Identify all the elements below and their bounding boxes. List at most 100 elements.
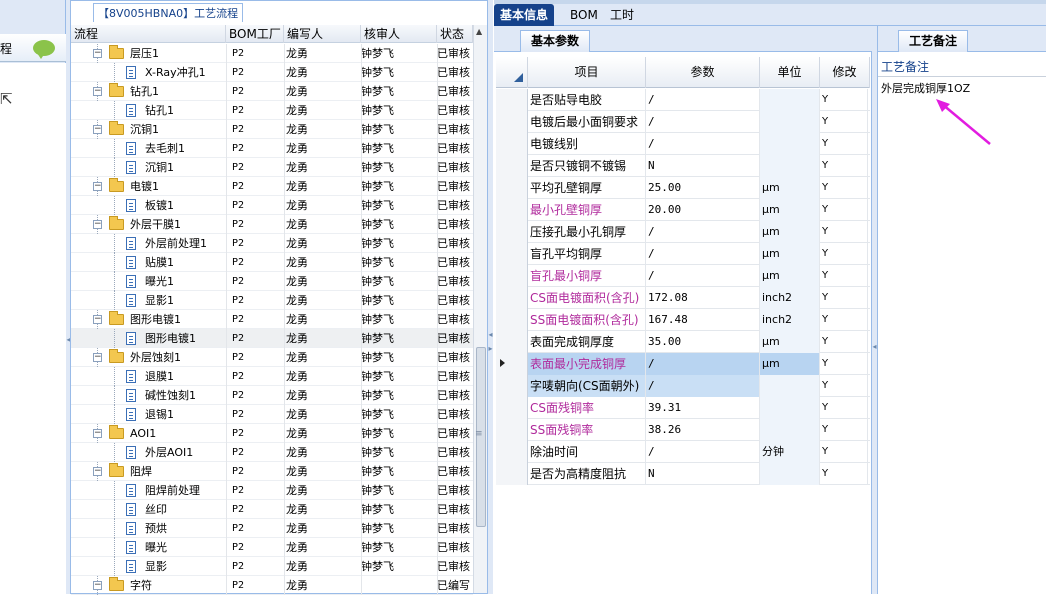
param-value-cell[interactable]: N <box>646 155 760 177</box>
tree-row[interactable]: 退锡1 P2 龙勇 钟梦飞 已审核 <box>71 405 473 424</box>
param-value-cell[interactable]: 35.00 <box>646 331 760 353</box>
row-indicator[interactable] <box>496 353 528 375</box>
param-row[interactable]: 是否贴导电胶 / Y <box>496 89 870 111</box>
param-row[interactable]: 压接孔最小孔铜厚 / μm Y <box>496 221 870 243</box>
param-unit-cell[interactable]: μm <box>760 353 820 375</box>
row-indicator[interactable] <box>496 221 528 243</box>
col-modify[interactable]: 修改 <box>820 57 870 88</box>
tree-row[interactable]: 外层AOI1 P2 龙勇 钟梦飞 已审核 <box>71 443 473 462</box>
param-unit-cell[interactable] <box>760 111 820 133</box>
param-unit-cell[interactable]: μm <box>760 331 820 353</box>
param-value-cell[interactable]: 167.48 <box>646 309 760 331</box>
param-row[interactable]: 电镀后最小面铜要求 / Y <box>496 111 870 133</box>
param-value-cell[interactable]: / <box>646 441 760 463</box>
param-row[interactable]: 字唛朝向(CS面朝外) / Y <box>496 375 870 397</box>
param-row[interactable]: 电镀线别 / Y <box>496 133 870 155</box>
param-unit-cell[interactable]: μm <box>760 199 820 221</box>
collapse-toggle-icon[interactable]: − <box>93 353 102 362</box>
row-indicator[interactable] <box>496 397 528 419</box>
param-unit-cell[interactable] <box>760 463 820 485</box>
col-bom-factory[interactable]: BOM工厂 <box>226 25 284 43</box>
col-process[interactable]: 流程 <box>71 25 226 43</box>
row-indicator[interactable] <box>496 133 528 155</box>
param-value-cell[interactable]: / <box>646 111 760 133</box>
tree-row[interactable]: 丝印 P2 龙勇 钟梦飞 已审核 <box>71 500 473 519</box>
param-unit-cell[interactable]: μm <box>760 221 820 243</box>
row-indicator[interactable] <box>496 441 528 463</box>
tree-row[interactable]: 图形电镀1 P2 龙勇 钟梦飞 已审核 <box>71 329 473 348</box>
param-value-cell[interactable]: / <box>646 89 760 111</box>
param-row[interactable]: 表面完成铜厚度 35.00 μm Y <box>496 331 870 353</box>
col-status[interactable]: 状态 <box>437 25 473 43</box>
tree-row[interactable]: 板镀1 P2 龙勇 钟梦飞 已审核 <box>71 196 473 215</box>
param-row[interactable]: CS面残铜率 39.31 Y <box>496 397 870 419</box>
row-indicator[interactable] <box>496 199 528 221</box>
row-indicator[interactable] <box>496 463 528 485</box>
tree-row[interactable]: − 电镀1 P2 龙勇 钟梦飞 已审核 <box>71 177 473 196</box>
tree-row[interactable]: 沉铜1 P2 龙勇 钟梦飞 已审核 <box>71 158 473 177</box>
tree-row[interactable]: 碱性蚀刻1 P2 龙勇 钟梦飞 已审核 <box>71 386 473 405</box>
tree-row[interactable]: − AOI1 P2 龙勇 钟梦飞 已审核 <box>71 424 473 443</box>
row-indicator[interactable] <box>496 177 528 199</box>
row-indicator[interactable] <box>496 243 528 265</box>
col-item[interactable]: 项目 <box>528 57 646 88</box>
tree-row[interactable]: − 沉铜1 P2 龙勇 钟梦飞 已审核 <box>71 120 473 139</box>
param-unit-cell[interactable] <box>760 89 820 111</box>
param-unit-cell[interactable] <box>760 419 820 441</box>
param-value-cell[interactable]: / <box>646 243 760 265</box>
tree-row[interactable]: X-Ray冲孔1 P2 龙勇 钟梦飞 已审核 <box>71 63 473 82</box>
param-unit-cell[interactable]: μm <box>760 243 820 265</box>
tree-row[interactable]: 退膜1 P2 龙勇 钟梦飞 已审核 <box>71 367 473 386</box>
tree-row[interactable]: 去毛刺1 P2 龙勇 钟梦飞 已审核 <box>71 139 473 158</box>
tree-row[interactable]: − 图形电镀1 P2 龙勇 钟梦飞 已审核 <box>71 310 473 329</box>
tree-scrollbar[interactable]: ▲ ≡ <box>473 25 487 593</box>
collapse-toggle-icon[interactable]: − <box>93 49 102 58</box>
collapse-toggle-icon[interactable]: − <box>93 315 102 324</box>
param-row[interactable]: 平均孔壁铜厚 25.00 μm Y <box>496 177 870 199</box>
tree-row[interactable]: 显影1 P2 龙勇 钟梦飞 已审核 <box>71 291 473 310</box>
subtab-basic-params[interactable]: 基本参数 <box>520 30 591 52</box>
tree-row[interactable]: 贴膜1 P2 龙勇 钟梦飞 已审核 <box>71 253 473 272</box>
param-value-cell[interactable]: 20.00 <box>646 199 760 221</box>
row-indicator[interactable] <box>496 89 528 111</box>
param-row[interactable]: SS面残铜率 38.26 Y <box>496 419 870 441</box>
tree-row[interactable]: − 外层干膜1 P2 龙勇 钟梦飞 已审核 <box>71 215 473 234</box>
tree-row[interactable]: 预烘 P2 龙勇 钟梦飞 已审核 <box>71 519 473 538</box>
col-unit[interactable]: 单位 <box>760 57 820 88</box>
param-value-cell[interactable]: 38.26 <box>646 419 760 441</box>
param-unit-cell[interactable]: μm <box>760 265 820 287</box>
collapse-toggle-icon[interactable]: − <box>93 581 102 590</box>
param-value-cell[interactable]: N <box>646 463 760 485</box>
param-row[interactable]: 盲孔平均铜厚 / μm Y <box>496 243 870 265</box>
row-indicator[interactable] <box>496 419 528 441</box>
param-value-cell[interactable]: 39.31 <box>646 397 760 419</box>
collapse-toggle-icon[interactable]: − <box>93 220 102 229</box>
param-unit-cell[interactable] <box>760 375 820 397</box>
param-unit-cell[interactable] <box>760 155 820 177</box>
param-value-cell[interactable]: / <box>646 375 760 397</box>
tree-row[interactable]: 钻孔1 P2 龙勇 钟梦飞 已审核 <box>71 101 473 120</box>
tree-row[interactable]: − 层压1 P2 龙勇 钟梦飞 已审核 <box>71 44 473 63</box>
subtab-process-notes[interactable]: 工艺备注 <box>898 30 969 52</box>
param-row[interactable]: 是否为高精度阻抗 N Y <box>496 463 870 485</box>
collapse-toggle-icon[interactable]: − <box>93 125 102 134</box>
col-param[interactable]: 参数 <box>646 57 760 88</box>
param-value-cell[interactable]: 25.00 <box>646 177 760 199</box>
tree-row[interactable]: − 外层蚀刻1 P2 龙勇 钟梦飞 已审核 <box>71 348 473 367</box>
param-value-cell[interactable]: / <box>646 133 760 155</box>
tree-row[interactable]: 曝光 P2 龙勇 钟梦飞 已审核 <box>71 538 473 557</box>
tree-row[interactable]: 显影 P2 龙勇 钟梦飞 已审核 <box>71 557 473 576</box>
tree-row[interactable]: − 字符 P2 龙勇 已编写 <box>71 576 473 595</box>
param-row[interactable]: 除油时间 / 分钟 Y <box>496 441 870 463</box>
param-value-cell[interactable]: / <box>646 353 760 375</box>
col-reviewer[interactable]: 核审人 <box>361 25 437 43</box>
row-indicator[interactable] <box>496 309 528 331</box>
param-row[interactable]: CS面电镀面积(含孔) 172.08 inch2 Y <box>496 287 870 309</box>
param-unit-cell[interactable] <box>760 397 820 419</box>
param-row[interactable]: 最小孔壁铜厚 20.00 μm Y <box>496 199 870 221</box>
tab-work-hours[interactable]: 工时 <box>604 4 640 26</box>
param-row[interactable]: 盲孔最小铜厚 / μm Y <box>496 265 870 287</box>
row-indicator[interactable] <box>496 265 528 287</box>
row-indicator[interactable] <box>496 287 528 309</box>
collapse-toggle-icon[interactable]: − <box>93 467 102 476</box>
